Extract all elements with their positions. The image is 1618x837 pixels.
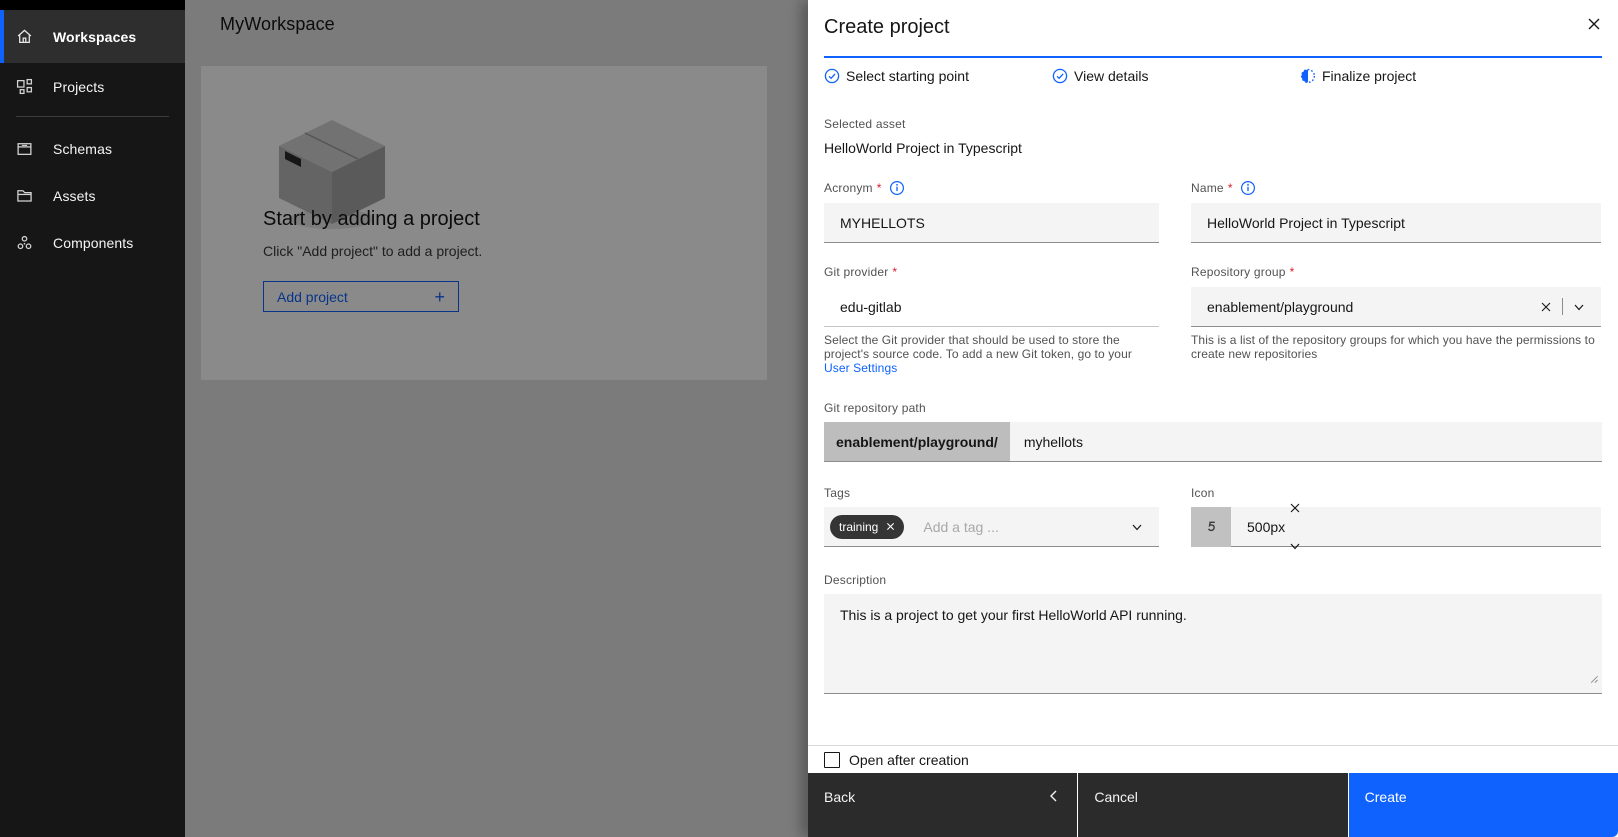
sidebar-item-workspaces[interactable]: Workspaces	[0, 10, 185, 63]
chevron-down-icon[interactable]	[1127, 517, 1147, 537]
add-tag-input[interactable]	[921, 517, 1127, 536]
progress-step-finalize-project[interactable]: Finalize project	[1300, 68, 1602, 85]
back-button[interactable]: Back	[808, 773, 1078, 837]
sidebar-divider	[16, 116, 169, 117]
user-settings-link[interactable]: User Settings	[824, 361, 897, 375]
clear-selection-icon[interactable]	[1536, 297, 1556, 317]
git-provider-label: Git provider	[824, 265, 889, 279]
modal-dim-overlay	[185, 0, 808, 837]
git-provider-value[interactable]: edu-gitlab	[824, 287, 1159, 327]
tag-label: training	[839, 519, 879, 534]
panel-header: Create project	[808, 0, 1618, 40]
sidebar-item-label: Assets	[53, 187, 96, 204]
selected-asset-value: HelloWorld Project in Typescript	[824, 140, 1022, 156]
step-label: View details	[1074, 68, 1149, 84]
icon-preview-thumbnail	[1191, 506, 1231, 547]
footer-buttons: Back Cancel Create	[808, 773, 1618, 837]
step-complete-icon	[1052, 68, 1068, 84]
info-icon[interactable]	[889, 180, 905, 196]
description-textarea[interactable]	[824, 594, 1602, 694]
tag-pill: training	[830, 514, 905, 539]
sidebar-item-projects[interactable]: Projects	[0, 63, 185, 110]
control-divider	[1562, 298, 1563, 315]
repository-group-label: Repository group	[1191, 265, 1286, 279]
step-label: Finalize project	[1322, 68, 1417, 84]
left-sidebar: Workspaces Projects Schemas Assets Compo…	[0, 0, 185, 837]
back-button-label: Back	[824, 789, 856, 805]
projects-icon	[16, 78, 33, 95]
schemas-icon	[16, 140, 33, 157]
git-repository-path-field[interactable]: enablement/playground/ myhellots	[824, 422, 1602, 462]
open-after-creation-checkbox[interactable]	[824, 751, 840, 768]
panel-body: Selected asset HelloWorld Project in Typ…	[808, 93, 1618, 745]
required-marker: *	[892, 265, 898, 279]
git-repository-path-label: Git repository path	[824, 401, 926, 415]
resize-handle-icon[interactable]	[1588, 671, 1599, 689]
chevron-down-icon[interactable]	[1285, 536, 1305, 556]
progress-step-select-starting-point[interactable]: Select starting point	[824, 68, 1052, 85]
acronym-label: Acronym	[824, 181, 873, 195]
acronym-input[interactable]	[824, 203, 1159, 243]
git-provider-field-group: Git provider * edu-gitlab Select the Git…	[824, 264, 1159, 375]
icon-field-group: Icon 500px	[1191, 486, 1601, 549]
icon-value: 500px	[1247, 518, 1286, 535]
description-label: Description	[824, 573, 887, 587]
open-after-creation-row: Open after creation	[808, 746, 1618, 773]
sidebar-item-label: Components	[53, 234, 134, 251]
sidebar-item-label: Workspaces	[53, 28, 137, 45]
tags-combobox[interactable]: training	[824, 507, 1159, 547]
sidebar-item-schemas[interactable]: Schemas	[0, 125, 185, 172]
sidebar-item-components[interactable]: Components	[0, 219, 185, 266]
chevron-left-icon	[1050, 790, 1057, 802]
icon-combobox[interactable]: 500px	[1191, 503, 1601, 549]
sidebar-item-label: Projects	[53, 78, 105, 95]
icon-label: Icon	[1191, 486, 1215, 500]
repository-group-value: enablement/playground	[1207, 298, 1354, 315]
repository-group-combobox[interactable]: enablement/playground	[1191, 287, 1601, 327]
sidebar-item-label: Schemas	[53, 140, 113, 157]
tags-field-group: Tags training	[824, 486, 1159, 547]
panel-footer: Open after creation Back Cancel Create	[808, 745, 1618, 837]
step-current-icon	[1300, 68, 1316, 84]
info-icon[interactable]	[1240, 180, 1256, 196]
components-icon	[16, 234, 33, 251]
acronym-field-group: Acronym *	[824, 180, 1159, 243]
repository-group-helper: This is a list of the repository groups …	[1191, 333, 1595, 361]
repository-path-value: myhellots	[1023, 433, 1083, 450]
description-field-group: Description	[824, 573, 1602, 694]
tags-label: Tags	[824, 486, 851, 500]
git-provider-helper-text: Select the Git provider that should be u…	[824, 333, 1132, 361]
required-marker: *	[876, 181, 882, 195]
repository-group-field-group: Repository group * enablement/playground	[1191, 264, 1601, 375]
panel-title: Create project	[824, 16, 950, 38]
clear-selection-icon[interactable]	[1285, 498, 1305, 518]
step-complete-icon	[824, 68, 840, 84]
sidebar-item-assets[interactable]: Assets	[0, 172, 185, 219]
cancel-button-label: Cancel	[1094, 789, 1138, 805]
home-icon	[16, 28, 33, 45]
name-label: Name	[1191, 181, 1224, 195]
git-repository-path-group: Git repository path enablement/playgroun…	[824, 401, 1602, 462]
remove-tag-icon[interactable]	[883, 520, 897, 534]
git-provider-helper: Select the Git provider that should be u…	[824, 333, 1159, 375]
name-field-group: Name *	[1191, 180, 1601, 243]
chevron-down-icon[interactable]	[1569, 297, 1589, 317]
create-button[interactable]: Create	[1348, 773, 1618, 837]
progress-step-view-details[interactable]: View details	[1052, 68, 1300, 85]
repository-path-prefix: enablement/playground/	[824, 422, 1010, 461]
selected-asset-label: Selected asset	[824, 117, 906, 131]
window-top-strip	[0, 0, 185, 10]
required-marker: *	[1289, 265, 1295, 279]
open-after-creation-label: Open after creation	[849, 751, 969, 768]
close-icon[interactable]	[1586, 16, 1602, 32]
create-project-panel: Create project Select starting point Vie…	[808, 0, 1618, 837]
create-button-label: Create	[1364, 789, 1407, 805]
step-label: Select starting point	[846, 68, 969, 84]
assets-icon	[16, 187, 33, 204]
required-marker: *	[1227, 181, 1233, 195]
cancel-button[interactable]: Cancel	[1078, 773, 1348, 837]
progress-indicator: Select starting point View details Final…	[808, 58, 1618, 93]
name-input[interactable]	[1191, 203, 1601, 243]
